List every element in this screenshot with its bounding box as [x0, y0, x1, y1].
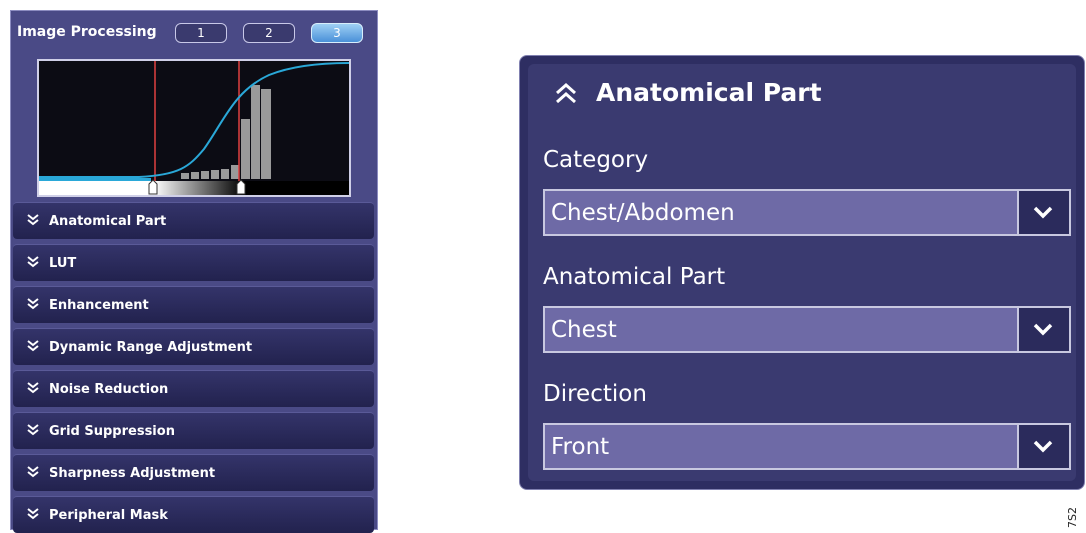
dropdown-button[interactable]: [1017, 425, 1069, 468]
double-chevron-down-icon: [27, 466, 39, 478]
histogram-graphic: [39, 61, 349, 195]
chevron-down-icon: [1033, 440, 1053, 453]
double-chevron-down-icon: [27, 424, 39, 436]
histogram-view[interactable]: [37, 59, 351, 197]
preset-button-2[interactable]: 2: [243, 23, 295, 43]
anatomical-part-label: Anatomical Part: [543, 264, 726, 290]
histogram-bar: [261, 89, 271, 179]
section-lut[interactable]: LUT: [13, 244, 374, 281]
direction-value: Front: [551, 434, 610, 460]
double-chevron-down-icon: [27, 214, 39, 226]
dropdown-button[interactable]: [1017, 308, 1069, 351]
category-label: Category: [543, 147, 649, 173]
section-label: Peripheral Mask: [49, 508, 168, 523]
preset-button-1[interactable]: 1: [175, 23, 227, 43]
histogram-bar: [231, 165, 239, 179]
preset-button-3[interactable]: 3: [311, 23, 363, 43]
histogram-bar: [211, 170, 219, 179]
section-dynamic-range-adjustment[interactable]: Dynamic Range Adjustment: [13, 328, 374, 365]
anatomical-part-dropdown[interactable]: Chest: [543, 306, 1071, 353]
image-processing-header: Image Processing 1 2 3: [11, 11, 377, 55]
anatomical-part-header[interactable]: Anatomical Part: [530, 66, 1074, 126]
grayscale-ramp: [39, 181, 349, 195]
category-value: Chest/Abdomen: [551, 200, 735, 226]
dropdown-button[interactable]: [1017, 191, 1069, 234]
double-chevron-down-icon: [27, 382, 39, 394]
direction-dropdown[interactable]: Front: [543, 423, 1071, 470]
lower-window-handle[interactable]: [148, 179, 158, 195]
section-grid-suppression[interactable]: Grid Suppression: [13, 412, 374, 449]
curve-baseline: [39, 178, 151, 181]
histogram-bar: [221, 169, 229, 179]
section-label: Dynamic Range Adjustment: [49, 340, 253, 355]
section-label: Enhancement: [49, 298, 149, 313]
tone-curve[interactable]: [39, 62, 349, 178]
image-processing-title: Image Processing: [17, 24, 157, 40]
anatomical-part-title: Anatomical Part: [596, 78, 822, 107]
double-chevron-down-icon: [27, 256, 39, 268]
anatomical-part-value: Chest: [551, 317, 617, 343]
section-label: LUT: [49, 256, 77, 271]
double-chevron-down-icon: [27, 508, 39, 520]
section-anatomical-part[interactable]: Anatomical Part: [13, 202, 374, 239]
direction-label: Direction: [543, 381, 647, 407]
section-sharpness-adjustment[interactable]: Sharpness Adjustment: [13, 454, 374, 491]
histogram-bar: [241, 119, 250, 179]
category-dropdown[interactable]: Chest/Abdomen: [543, 189, 1071, 236]
image-processing-panel: Image Processing 1 2 3 Anatomical Part L…: [10, 10, 378, 533]
section-enhancement[interactable]: Enhancement: [13, 286, 374, 323]
histogram-bar: [201, 171, 209, 179]
section-noise-reduction[interactable]: Noise Reduction: [13, 370, 374, 407]
double-chevron-up-icon[interactable]: [553, 81, 579, 107]
chevron-down-icon: [1033, 323, 1053, 336]
upper-window-handle[interactable]: [236, 179, 246, 195]
section-label: Sharpness Adjustment: [49, 466, 216, 481]
double-chevron-down-icon: [27, 340, 39, 352]
section-label: Noise Reduction: [49, 382, 169, 397]
section-peripheral-mask[interactable]: Peripheral Mask: [13, 496, 374, 533]
section-label: Anatomical Part: [49, 214, 167, 229]
double-chevron-down-icon: [27, 298, 39, 310]
histogram-bar: [191, 172, 199, 179]
figure-id: 7S2: [1066, 507, 1079, 528]
histogram-bar: [181, 173, 189, 179]
section-label: Grid Suppression: [49, 424, 175, 439]
histogram-bar: [251, 85, 260, 179]
chevron-down-icon: [1033, 206, 1053, 219]
